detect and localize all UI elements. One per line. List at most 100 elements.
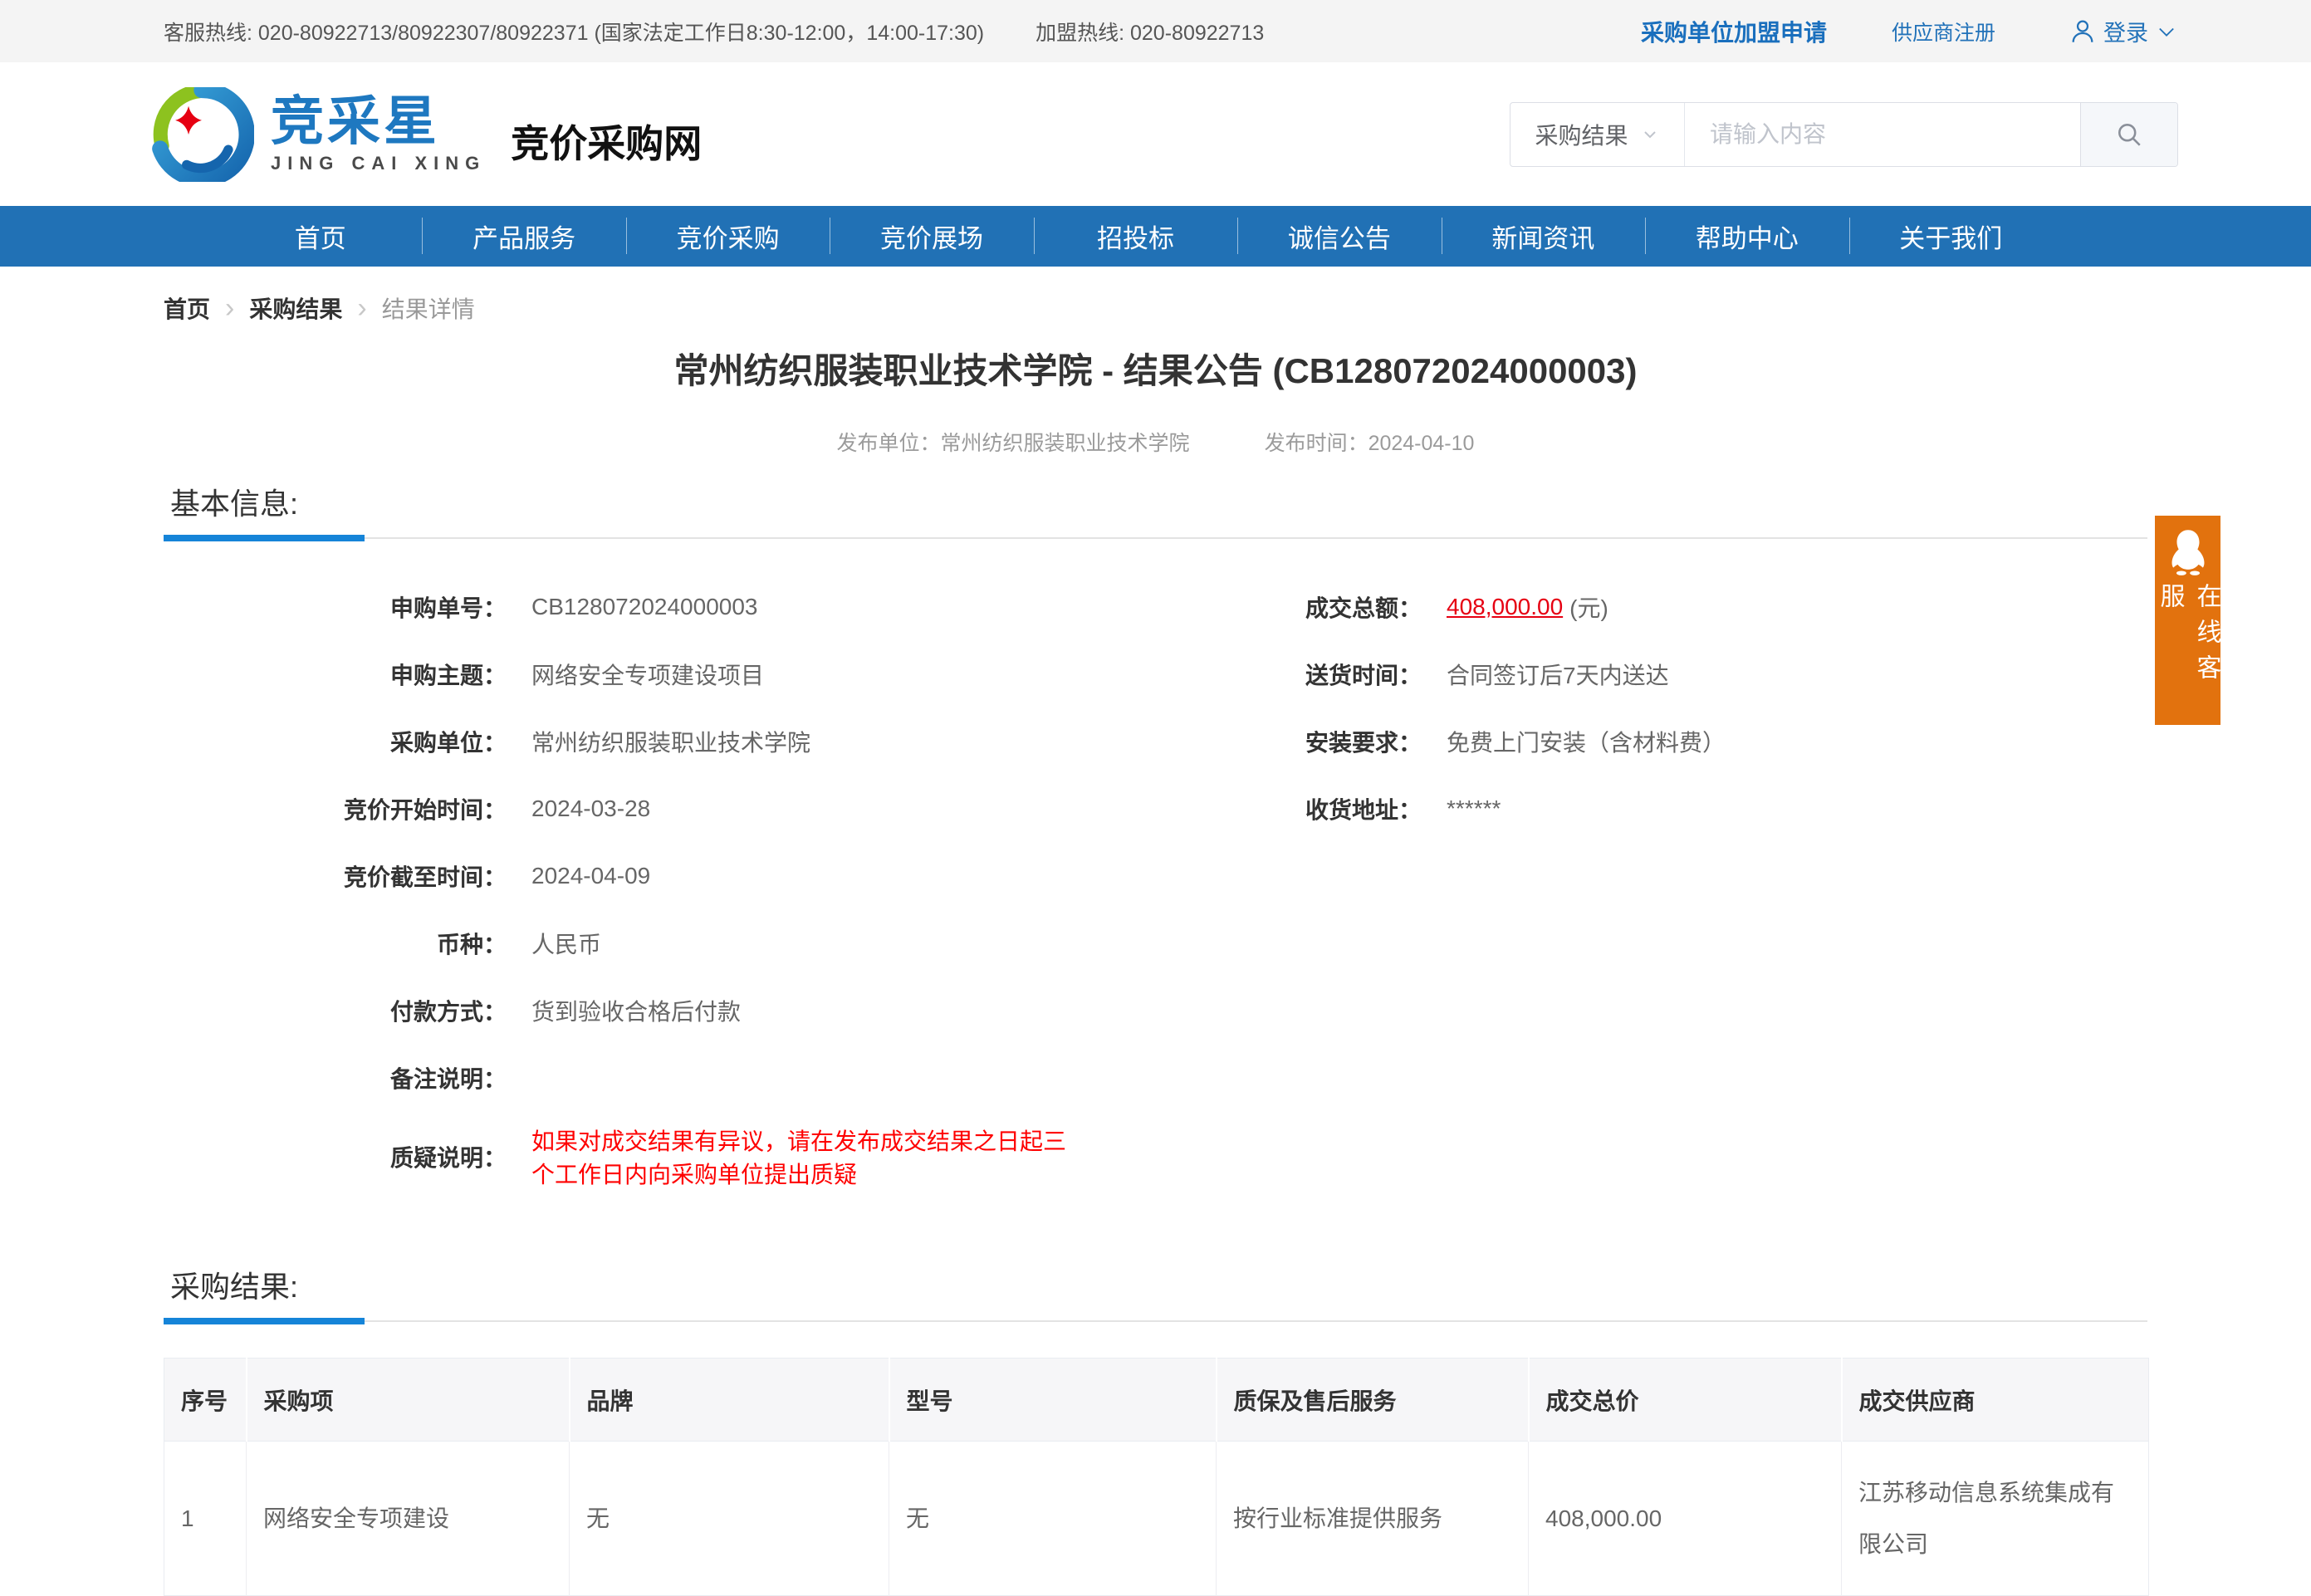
logo-text: 竞采星 JING CAI XING [271,95,486,174]
search-category-value: 采购结果 [1535,118,1628,151]
nav-item-home[interactable]: 首页 [218,206,422,267]
col-header-model: 型号 [889,1359,1217,1442]
field-value: CB128072024000003 [531,594,757,620]
field-value: ****** [1447,796,1501,822]
cell-price: 408,000.00 [1529,1442,1842,1596]
field-value: 2024-03-28 [531,796,650,822]
result-title: 采购结果: [164,1263,2147,1306]
field-label: 备注说明： [164,1061,507,1094]
col-header-supplier: 成交供应商 [1842,1359,2149,1442]
info-row-end-time: 竞价截至时间： 2024-04-09 [164,842,1071,909]
join-hotline-text: 加盟热线: 020-80922713 [1036,17,1264,47]
info-row-start-time: 竞价开始时间： 2024-03-28 [164,775,1071,842]
online-service-label: 在线客服 [2152,583,2225,725]
field-label: 成交总额： [1071,590,1422,624]
field-label: 竞价开始时间： [164,792,507,825]
nav-item-bidding[interactable]: 竞价采购 [626,206,830,267]
page-title: 常州纺织服装职业技术学院 - 结果公告 (CB128072024000003) [0,343,2311,394]
total-amount-link[interactable]: 408,000.00 [1447,594,1563,620]
main-nav: 首页 产品服务 竞价采购 竞价展场 招投标 诚信公告 新闻资讯 帮助中心 关于我… [0,206,2311,267]
field-value: 网络安全专项建设项目 [531,658,764,691]
col-header-no: 序号 [164,1359,247,1442]
search-bar: 采购结果 [1510,102,2178,167]
supplier-register-link[interactable]: 供应商注册 [1892,17,1995,47]
basic-info-title: 基本信息: [164,480,2147,523]
nav-item-products[interactable]: 产品服务 [422,206,625,267]
publish-time-text: 发布时间：2024-04-10 [1265,427,1475,457]
nav-item-integrity-notice[interactable]: 诚信公告 [1237,206,1441,267]
info-row-currency: 币种： 人民币 [164,909,1071,977]
challenge-warning-text: 如果对成交结果有异议，请在发布成交结果之日起三个工作日内向采购单位提出质疑 [531,1124,1071,1190]
info-row-remark: 备注说明： [164,1044,1071,1111]
cell-brand: 无 [570,1442,889,1596]
field-value: 合同签订后7天内送达 [1447,658,1669,691]
field-value: 人民币 [531,927,601,960]
nav-item-bidding-hall[interactable]: 竞价展场 [830,206,1033,267]
info-row-order-no: 申购单号： CB128072024000003 [164,573,1071,640]
field-label: 币种： [164,927,507,960]
col-header-item: 采购项 [247,1359,570,1442]
field-label: 申购主题： [164,658,507,691]
field-label: 申购单号： [164,590,507,624]
result-section-header: 采购结果: [164,1263,2147,1324]
chevron-right-icon: › [357,294,366,322]
nav-item-tenders[interactable]: 招投标 [1034,206,1237,267]
field-label: 安装要求： [1071,725,1422,758]
announcement-meta: 发布单位：常州纺织服装职业技术学院 发布时间：2024-04-10 [0,427,2311,457]
nav-list: 首页 产品服务 竞价采购 竞价展场 招投标 诚信公告 新闻资讯 帮助中心 关于我… [218,206,2053,267]
cell-model: 无 [889,1442,1217,1596]
field-value: 货到验收合格后付款 [531,994,741,1027]
chevron-down-icon [2155,20,2178,43]
search-category-select[interactable]: 采购结果 [1510,103,1685,166]
breadcrumb: 首页 › 采购结果 › 结果详情 [164,291,2311,325]
section-divider [164,535,2147,541]
info-row-total-amount: 成交总额： 408,000.00 (元) [1071,573,2147,640]
chevron-right-icon: › [225,294,234,322]
section-divider [164,1318,2147,1324]
nav-item-about-us[interactable]: 关于我们 [1849,206,2053,267]
cell-supplier: 江苏移动信息系统集成有限公司 [1842,1442,2149,1596]
site-header: 竞采星 JING CAI XING 竞价采购网 采购结果 [0,62,2311,206]
breadcrumb-results[interactable]: 采购结果 [249,291,342,325]
table-row: 1 网络安全专项建设 无 无 按行业标准提供服务 408,000.00 江苏移动… [164,1442,2149,1596]
qq-penguin-icon [2165,527,2211,576]
breadcrumb-home[interactable]: 首页 [164,291,210,325]
result-table: 序号 采购项 品牌 型号 质保及售后服务 成交总价 成交供应商 1 网络安全专项… [164,1358,2149,1596]
nav-item-help-center[interactable]: 帮助中心 [1645,206,1848,267]
field-label: 质疑说明： [164,1140,507,1173]
breadcrumb-current: 结果详情 [382,291,475,325]
site-name: 竞价采购网 [511,114,702,169]
field-label: 采购单位： [164,725,507,758]
cell-no: 1 [164,1442,247,1596]
user-icon [2069,17,2097,46]
field-label: 送货时间： [1071,658,1422,691]
logo-swirl-icon [149,87,254,182]
info-row-challenge: 质疑说明： 如果对成交结果有异议，请在发布成交结果之日起三个工作日内向采购单位提… [164,1123,1071,1190]
online-service-widget[interactable]: 在线客服 [2155,516,2220,725]
login-label: 登录 [2103,15,2148,47]
search-button[interactable] [2080,103,2177,166]
top-utility-bar: 客服热线: 020-80922713/80922307/80922371 (国家… [0,0,2311,62]
info-row-subject: 申购主题： 网络安全专项建设项目 [164,640,1071,707]
cell-service: 按行业标准提供服务 [1217,1442,1529,1596]
search-input[interactable] [1685,103,2080,166]
login-link[interactable]: 登录 [2069,15,2178,47]
info-row-payment: 付款方式： 货到验收合格后付款 [164,977,1071,1044]
logo-name-en: JING CAI XING [271,153,486,174]
basic-info-left-column: 申购单号： CB128072024000003 申购主题： 网络安全专项建设项目… [164,573,1071,1190]
amount-unit: (元) [1569,590,1608,624]
field-label: 收货地址： [1071,792,1422,825]
col-header-brand: 品牌 [570,1359,889,1442]
site-logo[interactable]: 竞采星 JING CAI XING 竞价采购网 [149,87,702,182]
col-header-price: 成交总价 [1529,1359,1842,1442]
nav-item-news[interactable]: 新闻资讯 [1442,206,1645,267]
purchase-unit-join-link[interactable]: 采购单位加盟申请 [1641,15,1827,48]
chevron-down-icon [1640,125,1660,144]
field-value: 常州纺织服装职业技术学院 [531,725,810,758]
field-label: 付款方式： [164,994,507,1027]
table-header-row: 序号 采购项 品牌 型号 质保及售后服务 成交总价 成交供应商 [164,1359,2149,1442]
search-icon [2114,120,2144,149]
field-value: 免费上门安装（含材料费） [1447,725,1726,758]
col-header-service: 质保及售后服务 [1217,1359,1529,1442]
basic-info-grid: 申购单号： CB128072024000003 申购主题： 网络安全专项建设项目… [164,573,2147,1190]
